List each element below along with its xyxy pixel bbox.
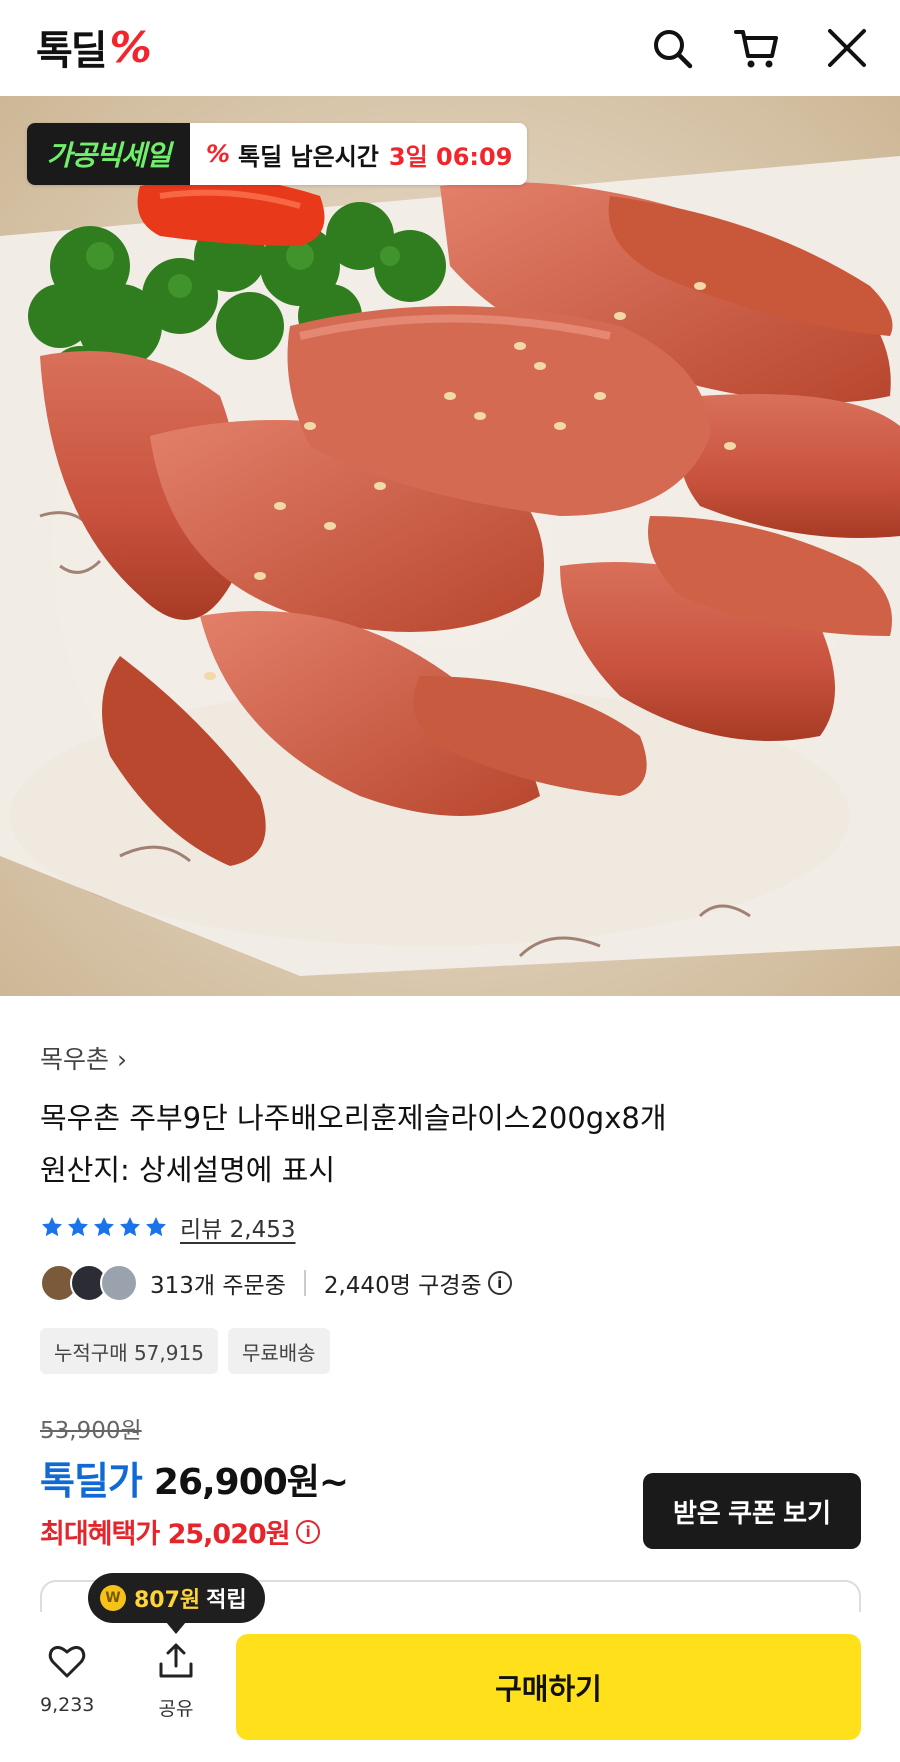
divider — [303, 1270, 306, 1296]
deal-price-label: 톡딜가 — [40, 1459, 143, 1503]
star-icon — [146, 1217, 166, 1237]
points-suffix: 적립 — [206, 1588, 247, 1613]
watchers-count: 2,440명 구경중 — [323, 1273, 482, 1299]
top-header: 톡딜 % — [0, 0, 900, 96]
logo-percent-mark: % — [109, 22, 152, 72]
avatar — [100, 1264, 138, 1302]
smoked-duck-photo — [0, 96, 900, 996]
max-benefit-price: 최대혜택가 25,020원 i — [40, 1512, 320, 1551]
remaining-time: % 톡딜 남은시간 3일 06:09 — [190, 123, 527, 185]
view-coupons-button[interactable]: 받은 쿠폰 보기 — [643, 1473, 861, 1549]
tokdeal-logo[interactable]: 톡딜 % — [36, 22, 152, 75]
sale-timer-badge: 가공빅세일 % 톡딜 남은시간 3일 06:09 — [27, 123, 527, 185]
share-button[interactable]: 공유 — [156, 1642, 196, 1721]
buy-button[interactable]: 구매하기 — [236, 1634, 861, 1740]
points-tooltip: W 807원 적립 — [88, 1573, 265, 1623]
search-icon[interactable] — [648, 24, 696, 72]
rating-stars — [40, 1215, 168, 1239]
remaining-time-label: 톡딜 남은시간 — [238, 142, 379, 171]
points-amount: 807원 — [134, 1588, 201, 1613]
product-image[interactable] — [0, 96, 900, 996]
max-benefit-price-text: 최대혜택가 25,020원 — [40, 1519, 291, 1550]
deal-price-value: 26,900원~ — [153, 1462, 349, 1503]
info-icon[interactable]: i — [487, 1271, 512, 1295]
star-icon — [120, 1217, 140, 1237]
tooltip-tail — [166, 1622, 186, 1634]
star-icon — [68, 1217, 88, 1237]
review-count-link[interactable]: 리뷰 2,453 — [180, 1210, 295, 1244]
like-button[interactable]: 9,233 — [40, 1642, 94, 1716]
cart-icon[interactable] — [733, 24, 781, 72]
share-icon — [159, 1643, 193, 1678]
free-shipping-chip: 무료배송 — [227, 1328, 330, 1374]
brand-link[interactable]: 목우촌 › — [40, 1040, 127, 1076]
remaining-time-value: 3일 06:09 — [388, 142, 513, 171]
cumulative-purchase-chip: 누적구매 57,915 — [40, 1328, 218, 1374]
close-icon[interactable] — [823, 24, 871, 72]
rating-row[interactable]: 리뷰 2,453 — [40, 1210, 295, 1244]
star-icon — [94, 1217, 114, 1237]
processed-big-sale-label: 가공빅세일 — [27, 123, 190, 185]
info-icon[interactable]: i — [295, 1519, 320, 1544]
orders-count: 313개 주문중 — [150, 1273, 286, 1299]
deal-price: 톡딜가 26,900원~ — [40, 1450, 349, 1505]
original-price: 53,900원 — [40, 1418, 142, 1444]
product-origin: 원산지: 상세설명에 표시 — [40, 1153, 336, 1187]
product-chips: 누적구매 57,915 무료배송 — [40, 1328, 330, 1374]
star-icon — [42, 1217, 62, 1237]
logo-text: 톡딜 — [36, 28, 108, 74]
buyer-avatars — [40, 1264, 138, 1302]
social-proof-row: 313개 주문중 2,440명 구경중 i — [40, 1264, 512, 1302]
product-title: 목우촌 주부9단 나주배오리훈제슬라이스200gx8개 원산지: 상세설명에 표… — [40, 1092, 870, 1196]
tokdeal-mark-icon: % — [206, 140, 231, 168]
like-count: 9,233 — [40, 1694, 95, 1716]
bottom-action-bar: 9,233 공유 구매하기 — [0, 1612, 900, 1762]
product-title-line1: 목우촌 주부9단 나주배오리훈제슬라이스200gx8개 — [40, 1101, 667, 1135]
heart-icon — [48, 1645, 86, 1678]
coin-icon: W — [100, 1585, 126, 1611]
share-label: 공유 — [158, 1698, 194, 1720]
